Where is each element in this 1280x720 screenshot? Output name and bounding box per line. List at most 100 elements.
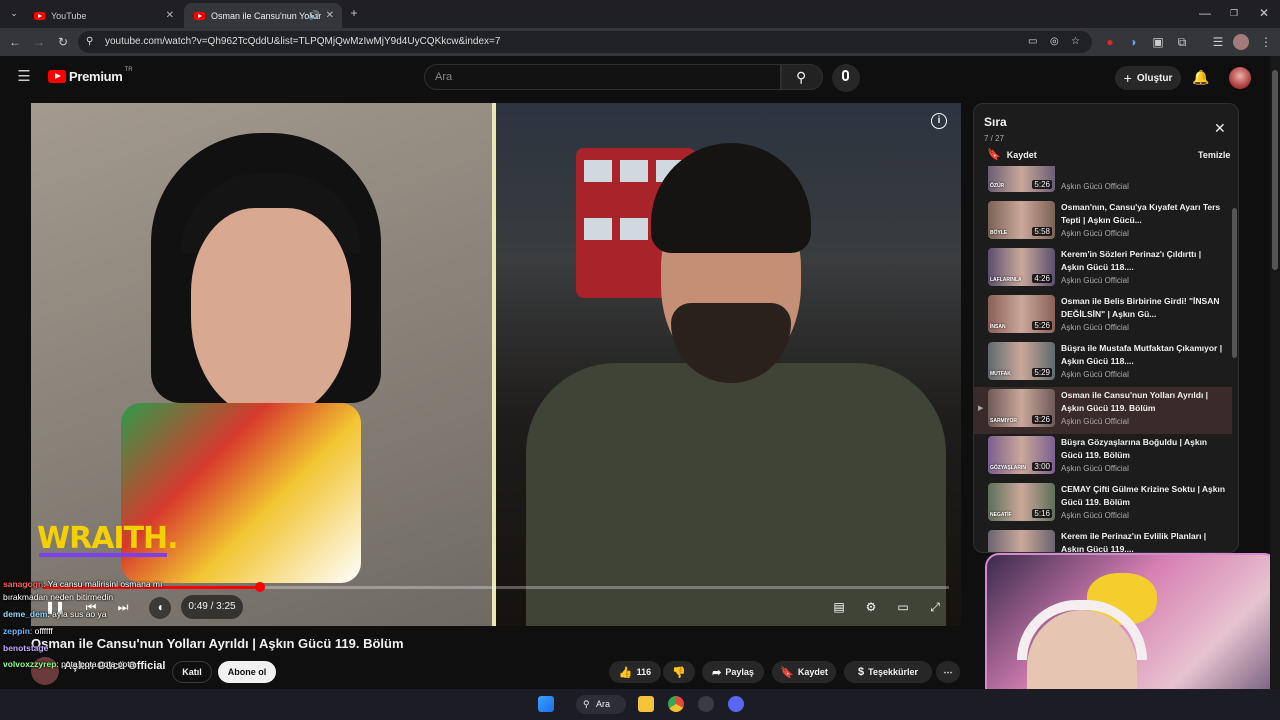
like-button[interactable]: 👍 116 xyxy=(609,661,661,683)
menu-dots-icon[interactable]: ⋮ xyxy=(1258,34,1274,50)
chat-message: volvoxzzyrep: pota pota pota pota xyxy=(3,659,134,669)
forward-icon[interactable]: → xyxy=(31,34,47,50)
close-icon[interactable]: ✕ xyxy=(326,10,334,21)
window-close-icon[interactable]: ✕ xyxy=(1256,5,1272,21)
overlay-logo: WRAITH. xyxy=(37,521,179,556)
profile-avatar[interactable] xyxy=(1233,34,1249,50)
next-icon[interactable]: ⏭ xyxy=(113,597,133,617)
queue-item[interactable]: SANIYORUZ5:31 Kerem ile Perinaz'ın Evlili… xyxy=(974,528,1232,553)
queue-item-channel[interactable]: Aşkın Gücü Official xyxy=(1061,276,1129,285)
extension-icon[interactable]: ◗ xyxy=(1126,34,1142,50)
tab-youtube[interactable]: YouTube ✕ xyxy=(24,3,182,28)
queue-item-channel[interactable]: Aşkın Gücü Official xyxy=(1061,417,1129,426)
tab-current-video[interactable]: Osman ile Cansu'nun Yollar 🔊 ✕ xyxy=(184,3,342,28)
queue-save-button[interactable]: 🔖 Kaydet xyxy=(987,148,1037,161)
start-windows-icon[interactable] xyxy=(538,696,554,712)
cast-icon[interactable]: ▭ xyxy=(1028,31,1037,53)
search-icon: ⚲ xyxy=(583,699,590,709)
hamburger-menu-icon[interactable]: ☰ xyxy=(16,69,32,85)
settings-gear-icon[interactable]: ⚙ xyxy=(861,597,881,617)
video-thumbnail: ÖZÜR 5:26 xyxy=(988,166,1055,192)
reload-icon[interactable]: ↻ xyxy=(55,34,71,50)
queue-item[interactable]: LAFLARINLA 4:26 Kerem'in Sözleri Perinaz'ı… xyxy=(974,246,1232,293)
subtitles-icon[interactable]: ▤ xyxy=(829,597,849,617)
share-button[interactable]: ➦ Paylaş xyxy=(702,661,764,683)
chat-username: zeppin xyxy=(3,626,30,636)
close-icon[interactable]: ✕ xyxy=(166,10,174,21)
eye-off-icon[interactable]: ◎ xyxy=(1050,31,1059,53)
join-button[interactable]: Katıl xyxy=(172,661,212,683)
queue-item-channel[interactable]: Aşkın Gücü Official xyxy=(1061,370,1129,379)
avatar[interactable] xyxy=(1229,67,1251,89)
chat-text: bırakmadan neden bitirmedin xyxy=(3,592,114,602)
voice-search-button[interactable] xyxy=(832,64,860,92)
video-player[interactable]: i WRAITH. ❚❚ ⏮ ⏭ ◖ 0:49 / 3:25 ▤ ⚙ ▭ ⤢ xyxy=(31,103,961,626)
info-icon[interactable]: i xyxy=(931,113,947,129)
thumbnail-caption: BÖYLE xyxy=(990,230,1008,236)
like-count: 116 xyxy=(636,667,652,677)
queue-clear-button[interactable]: Temizle xyxy=(1198,150,1230,160)
chat-text: : offffff xyxy=(29,626,53,636)
volume-icon[interactable]: ◖ xyxy=(149,597,171,619)
file-explorer-icon[interactable] xyxy=(638,696,654,712)
site-info-icon[interactable]: ⚲ xyxy=(86,31,93,53)
queue-item[interactable]: İNSAN 5:26 Osman ile Belis Birbirine Girdi… xyxy=(974,293,1232,340)
page-scrollbar[interactable] xyxy=(1270,56,1280,689)
search-button[interactable]: ⚲ xyxy=(781,64,823,90)
video-duration: 3:00 xyxy=(1032,462,1052,471)
queue-item[interactable]: NEGATİF 5:16 CEMAY Çifti Gülme Krizine Sok… xyxy=(974,481,1232,528)
queue-item-title: Kerem ile Perinaz'ın Evlilik Planları | … xyxy=(1061,531,1207,553)
video-duration: 3:26 xyxy=(1032,415,1052,424)
queue-item-channel[interactable]: Aşkın Gücü Official xyxy=(1061,323,1129,332)
discord-icon[interactable] xyxy=(728,696,744,712)
address-bar[interactable]: ⚲ youtube.com/watch?v=Qh962TcQddU&list=T… xyxy=(78,31,1092,53)
close-icon[interactable]: ✕ xyxy=(1214,120,1226,137)
theater-mode-icon[interactable]: ▭ xyxy=(893,597,913,617)
queue-item-channel[interactable]: Aşkın Gücü Official xyxy=(1061,182,1129,191)
dislike-button[interactable]: 👎 xyxy=(663,661,695,683)
thanks-button[interactable]: $ Teşekkürler xyxy=(844,661,932,683)
playlist-queue-panel: Sıra 7 / 27 ✕ 🔖 Kaydet Temizle ÖZÜR 5:26 A… xyxy=(973,103,1239,553)
fullscreen-icon[interactable]: ⤢ xyxy=(925,597,945,617)
queue-item-channel[interactable]: Aşkın Gücü Official xyxy=(1061,464,1129,473)
queue-item-current[interactable]: ▶ SARMIYOR 3:26 Osman ile Cansu'nun Yolları… xyxy=(974,387,1232,434)
thanks-label: Teşekkürler xyxy=(868,667,918,677)
create-button[interactable]: + Oluştur xyxy=(1115,66,1181,90)
chat-message: deme_dem: ayla sus ao ya xyxy=(3,609,106,619)
extension-icon[interactable]: ● xyxy=(1102,34,1118,50)
back-icon[interactable]: ← xyxy=(7,34,23,50)
queue-item[interactable]: GÖZYAŞLARIN 3:00 Büşra Gözyaşlarına Boğuld… xyxy=(974,434,1232,481)
search-input[interactable]: Ara xyxy=(424,64,781,90)
more-actions-button[interactable]: ⋯ xyxy=(936,661,960,683)
bookmark-star-icon[interactable]: ☆ xyxy=(1071,31,1080,53)
new-tab-button[interactable]: + xyxy=(346,5,362,21)
chat-username: deme_dem xyxy=(3,609,48,619)
puzzle-icon[interactable]: ⧉ xyxy=(1174,34,1190,50)
speaker-icon[interactable]: 🔊 xyxy=(309,10,320,21)
tab-search-icon[interactable]: ⌄ xyxy=(6,5,22,21)
minimize-icon[interactable]: — xyxy=(1197,5,1213,21)
queue-scrollbar[interactable] xyxy=(1232,208,1237,358)
reading-list-icon[interactable]: ☰ xyxy=(1210,34,1226,50)
queue-item[interactable]: BÖYLE 5:58 Osman'nın, Cansu'ya Kıyafet Aya… xyxy=(974,199,1232,246)
youtube-logo[interactable]: Premium TR xyxy=(48,67,133,84)
video-duration: 4:26 xyxy=(1032,274,1052,283)
queue-item[interactable]: MUTFAK 5:29 Büşra ile Mustafa Mutfaktan Çı… xyxy=(974,340,1232,387)
app-icon[interactable] xyxy=(698,696,714,712)
chat-username: volvoxzzyrep xyxy=(3,659,57,669)
progress-bar[interactable] xyxy=(43,582,949,592)
save-button[interactable]: 🔖 Kaydet xyxy=(772,661,836,683)
share-label: Paylaş xyxy=(725,667,754,677)
youtube-favicon-icon xyxy=(194,11,205,20)
brand-label: Premium xyxy=(69,69,123,84)
thumbnail-caption: NEGATİF xyxy=(990,512,1012,518)
notifications-bell-icon[interactable]: 🔔 xyxy=(1192,69,1209,85)
queue-item-channel[interactable]: Aşkın Gücü Official xyxy=(1061,511,1129,520)
extension-icon[interactable]: ▣ xyxy=(1150,34,1166,50)
queue-item-channel[interactable]: Aşkın Gücü Official xyxy=(1061,229,1129,238)
chrome-icon[interactable] xyxy=(668,696,684,712)
subscribe-button[interactable]: Abone ol xyxy=(218,661,276,683)
queue-item[interactable]: ÖZÜR 5:26 Aşkın Gücü Official xyxy=(974,166,1232,199)
restore-icon[interactable]: ❐ xyxy=(1226,5,1242,21)
taskbar-search[interactable]: ⚲ Ara xyxy=(576,695,626,714)
